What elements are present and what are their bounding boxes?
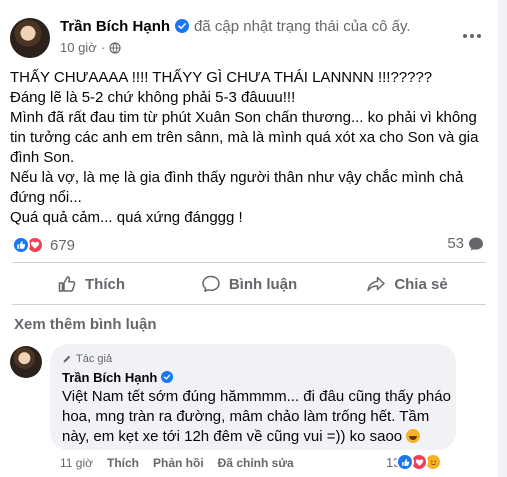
divider bbox=[12, 262, 486, 263]
author-line: Trần Bích Hạnh đã cập nhật trạng thái củ… bbox=[60, 16, 411, 36]
like-reaction-icon bbox=[12, 236, 30, 254]
scrollbar[interactable] bbox=[498, 0, 507, 477]
comment-time[interactable]: 11 giờ bbox=[60, 456, 93, 470]
author-name[interactable]: Trần Bích Hạnh bbox=[60, 18, 170, 35]
post-meta: 10 giờ · bbox=[60, 40, 121, 55]
divider bbox=[12, 304, 486, 305]
share-arrow-icon bbox=[367, 276, 386, 292]
post-line: Đáng lẽ là 5-2 chứ không phải 5-3 đâuuu!… bbox=[10, 89, 296, 106]
comment-like-button[interactable]: Thích bbox=[107, 456, 139, 470]
post-line: Mình đã rất đau tim từ phút Xuân Son chấ… bbox=[10, 109, 479, 166]
post-actions: Thích Bình luận Chia sẻ bbox=[12, 268, 486, 300]
thumbs-up-icon bbox=[58, 276, 76, 292]
post-line: Nếu là vợ, là mẹ là gia đình thấy người … bbox=[10, 169, 464, 206]
pen-badge-icon bbox=[63, 355, 71, 363]
share-label: Chia sẻ bbox=[394, 275, 448, 293]
laughing-emoji-icon bbox=[406, 429, 421, 443]
verified-badge-icon bbox=[175, 19, 190, 33]
comment-text-block: Việt Nam tết sớm đúng hămmmm... đi đâu c… bbox=[62, 387, 452, 447]
comment-author-avatar[interactable] bbox=[10, 346, 42, 378]
comment-meta: 11 giờ Thích Phản hồi Đã chỉnh sửa bbox=[60, 456, 294, 470]
verified-badge-icon bbox=[161, 371, 174, 383]
meta-separator: · bbox=[100, 40, 106, 55]
status-text: đã cập nhật trạng thái của cô ấy. bbox=[194, 17, 411, 35]
post-text: THẤY CHƯAAAA !!!! THẤYY GÌ CHƯA THÁI LAN… bbox=[10, 68, 480, 228]
reaction-summary[interactable]: 679 bbox=[12, 235, 75, 255]
comment-count[interactable]: 53 bbox=[447, 235, 484, 252]
comment-reaction-summary[interactable]: 13 bbox=[386, 453, 443, 471]
comment-text: Việt Nam tết sớm đúng hămmmm... đi đâu c… bbox=[62, 388, 451, 445]
comment-author-line: Trần Bích Hạnh bbox=[62, 368, 444, 386]
post-line: THẤY CHƯAAAA !!!! THẤYY GÌ CHƯA THÁI LAN… bbox=[10, 69, 433, 86]
comment-count-value: 53 bbox=[447, 235, 464, 252]
comment-reply-button[interactable]: Phản hồi bbox=[153, 456, 204, 470]
post-line: Quá quả cảm... quá xứng đánggg ! bbox=[10, 209, 243, 226]
comment-bubble-icon bbox=[202, 275, 220, 292]
share-button[interactable]: Chia sẻ bbox=[328, 268, 486, 300]
comment-label: Bình luận bbox=[228, 275, 298, 293]
like-label: Thích bbox=[85, 275, 125, 293]
comment-count-icon bbox=[469, 237, 483, 250]
post-card: Trần Bích Hạnh đã cập nhật trạng thái củ… bbox=[0, 0, 498, 477]
comment-bubble: Tác giả Trần Bích Hạnh Việt Nam tết sớm … bbox=[50, 344, 456, 450]
reaction-count: 679 bbox=[50, 236, 76, 254]
author-badge-label: Tác giả bbox=[76, 353, 113, 365]
like-button[interactable]: Thích bbox=[12, 268, 170, 300]
see-more-comments-link[interactable]: Xem thêm bình luận bbox=[14, 316, 157, 333]
author-badge: Tác giả bbox=[62, 352, 444, 366]
post-time[interactable]: 10 giờ bbox=[60, 40, 97, 55]
post-header: Trần Bích Hạnh đã cập nhật trạng thái củ… bbox=[10, 16, 490, 62]
comment-button[interactable]: Bình luận bbox=[170, 268, 328, 300]
more-options-icon[interactable] bbox=[460, 26, 484, 46]
friends-globe-icon bbox=[109, 41, 121, 54]
author-avatar[interactable] bbox=[10, 18, 50, 58]
comment-edited-label[interactable]: Đã chỉnh sửa bbox=[218, 456, 294, 470]
comment-author-name[interactable]: Trần Bích Hạnh bbox=[62, 370, 157, 385]
